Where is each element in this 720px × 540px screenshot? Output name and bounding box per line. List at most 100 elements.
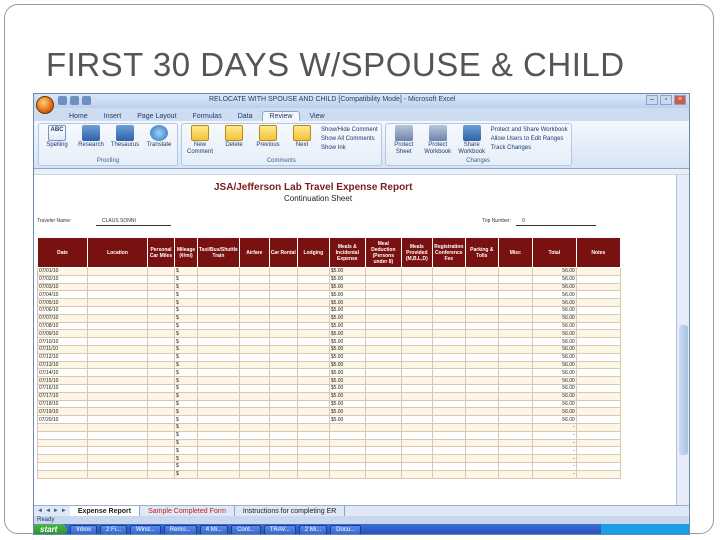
table-cell[interactable]: 07/09/10: [37, 329, 88, 339]
table-cell[interactable]: [575, 305, 621, 315]
table-cell[interactable]: 07/10/10: [37, 337, 88, 346]
table-cell[interactable]: [328, 454, 366, 463]
taskbar-item[interactable]: 2 Mi...: [298, 525, 328, 534]
table-cell[interactable]: [431, 352, 466, 362]
thesaurus-button[interactable]: Thesaurus: [110, 125, 140, 149]
table-cell[interactable]: [147, 321, 175, 331]
table-cell[interactable]: [575, 368, 621, 378]
table-cell[interactable]: $: [174, 274, 198, 284]
table-cell[interactable]: 56.00: [531, 274, 577, 284]
table-cell[interactable]: [464, 376, 499, 385]
scrollbar-thumb[interactable]: [679, 325, 688, 455]
table-cell[interactable]: [497, 344, 533, 354]
table-cell[interactable]: [268, 313, 298, 323]
table-cell[interactable]: [575, 321, 621, 331]
table-cell[interactable]: [268, 360, 298, 370]
show-ink-button[interactable]: Show Ink: [321, 145, 378, 151]
table-cell[interactable]: [464, 352, 499, 362]
table-cell[interactable]: [575, 329, 621, 339]
table-cell[interactable]: [197, 313, 240, 323]
table-cell[interactable]: 56.00: [531, 282, 577, 292]
table-cell[interactable]: [197, 368, 240, 378]
table-cell[interactable]: [464, 438, 499, 448]
table-cell[interactable]: [268, 422, 298, 432]
table-cell[interactable]: $: [174, 368, 198, 378]
table-cell[interactable]: [328, 430, 366, 440]
table-cell[interactable]: [268, 461, 298, 471]
table-cell[interactable]: 07/20/10: [37, 415, 88, 424]
table-cell[interactable]: $: [174, 383, 198, 393]
table-cell[interactable]: [497, 438, 533, 448]
table-cell[interactable]: [87, 415, 148, 424]
table-cell[interactable]: $: [174, 290, 198, 300]
table-cell[interactable]: [296, 415, 330, 424]
table-cell[interactable]: 56.00: [531, 352, 577, 362]
table-cell[interactable]: [147, 290, 175, 300]
table-cell[interactable]: [400, 352, 433, 362]
taskbar-item[interactable]: TRAV...: [263, 525, 296, 534]
previous-comment-button[interactable]: Previous: [253, 125, 283, 149]
taskbar-item[interactable]: Inbox: [70, 525, 98, 534]
table-cell[interactable]: [87, 368, 148, 378]
table-cell[interactable]: $5.00: [328, 399, 366, 409]
table-cell[interactable]: [364, 469, 402, 479]
table-cell[interactable]: [431, 438, 466, 448]
table-cell[interactable]: [464, 305, 499, 315]
table-cell[interactable]: [147, 298, 175, 307]
table-cell[interactable]: [400, 383, 433, 393]
table-cell[interactable]: [238, 298, 270, 307]
table-cell[interactable]: [197, 376, 240, 385]
first-sheet-icon[interactable]: ◄: [37, 508, 43, 514]
table-cell[interactable]: [400, 376, 433, 385]
table-cell[interactable]: [238, 422, 270, 432]
table-cell[interactable]: $: [174, 407, 198, 417]
table-cell[interactable]: [296, 282, 330, 292]
table-cell[interactable]: [364, 368, 402, 378]
table-cell[interactable]: [431, 446, 466, 456]
table-cell[interactable]: [238, 430, 270, 440]
table-cell[interactable]: [431, 321, 466, 331]
table-cell[interactable]: 56.00: [531, 368, 577, 378]
table-cell[interactable]: 56.00: [531, 391, 577, 401]
table-cell[interactable]: [431, 274, 466, 284]
tab-home[interactable]: Home: [62, 112, 95, 121]
table-cell[interactable]: 07/19/10: [37, 407, 88, 417]
table-cell[interactable]: [364, 383, 402, 393]
table-cell[interactable]: [497, 415, 533, 424]
table-cell[interactable]: [197, 415, 240, 424]
taskbar-item[interactable]: 2 Fi...: [100, 525, 128, 534]
table-cell[interactable]: 07/02/10: [37, 274, 88, 284]
table-cell[interactable]: [497, 422, 533, 432]
table-cell[interactable]: [296, 407, 330, 417]
table-cell[interactable]: [575, 290, 621, 300]
table-cell[interactable]: [400, 298, 433, 307]
table-cell[interactable]: 07/12/10: [37, 352, 88, 362]
table-cell[interactable]: [364, 321, 402, 331]
table-cell[interactable]: [328, 461, 366, 471]
table-cell[interactable]: [497, 282, 533, 292]
table-cell[interactable]: [238, 454, 270, 463]
table-cell[interactable]: [87, 321, 148, 331]
table-cell[interactable]: $: [174, 454, 198, 463]
table-cell[interactable]: $5.00: [328, 321, 366, 331]
table-cell[interactable]: [87, 337, 148, 346]
table-cell[interactable]: [497, 407, 533, 417]
table-cell[interactable]: [147, 399, 175, 409]
table-cell[interactable]: $5.00: [328, 415, 366, 424]
table-cell[interactable]: [431, 360, 466, 370]
table-cell[interactable]: [147, 407, 175, 417]
table-cell[interactable]: $: [174, 313, 198, 323]
table-cell[interactable]: [464, 399, 499, 409]
table-cell[interactable]: [296, 329, 330, 339]
table-cell[interactable]: [197, 344, 240, 354]
table-cell[interactable]: $5.00: [328, 344, 366, 354]
table-cell[interactable]: [575, 454, 621, 463]
table-cell[interactable]: 07/18/10: [37, 399, 88, 409]
taskbar-item[interactable]: Remo...: [163, 525, 197, 534]
table-cell[interactable]: [147, 352, 175, 362]
table-cell[interactable]: [364, 274, 402, 284]
table-cell[interactable]: [497, 321, 533, 331]
taskbar-item[interactable]: 4 Mi...: [199, 525, 229, 534]
table-cell[interactable]: [197, 267, 240, 276]
table-cell[interactable]: [238, 391, 270, 401]
